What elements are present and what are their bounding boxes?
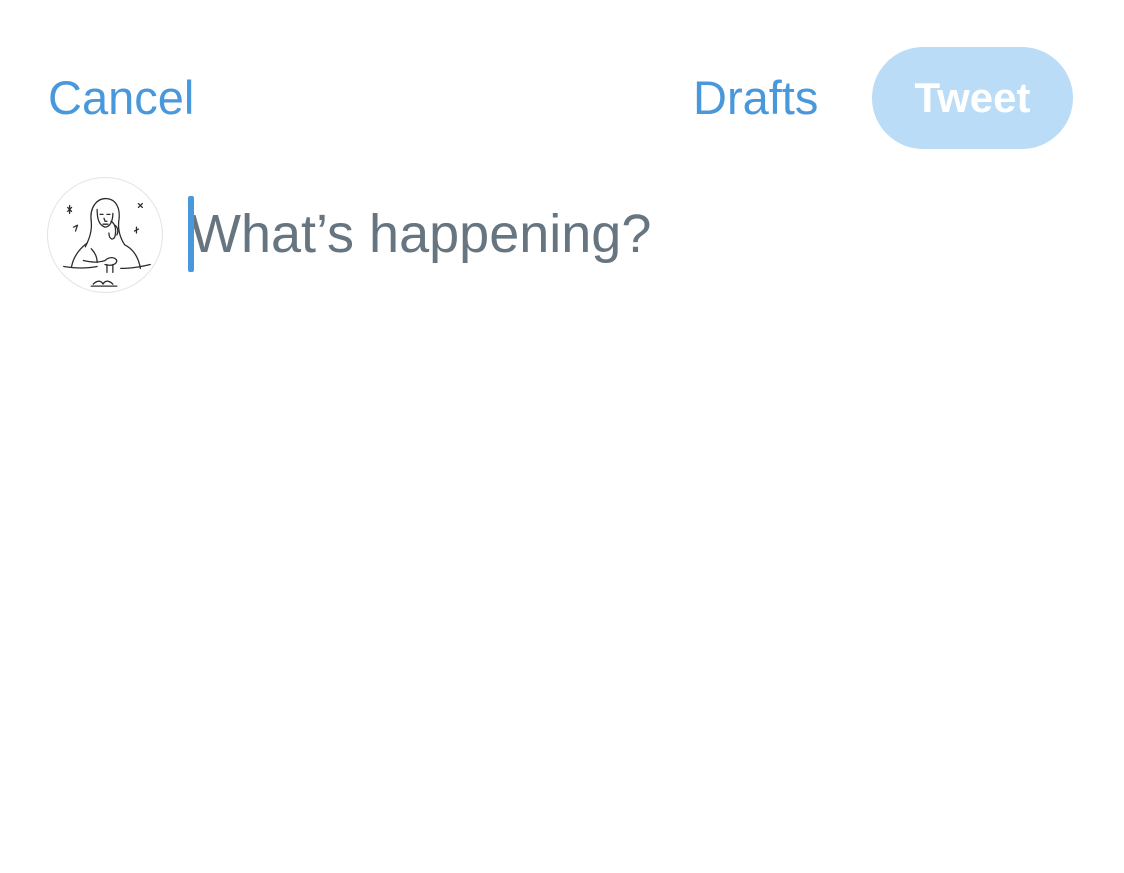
compose-header: Cancel Drafts Tweet <box>0 0 1124 160</box>
drafts-button[interactable]: Drafts <box>693 68 818 128</box>
cancel-button[interactable]: Cancel <box>48 68 194 128</box>
tweet-compose-area <box>188 196 1088 276</box>
tweet-button[interactable]: Tweet <box>872 47 1073 149</box>
text-cursor <box>188 196 194 272</box>
avatar[interactable] <box>47 177 163 293</box>
tweet-text-input[interactable] <box>190 198 1070 270</box>
user-sketch-avatar-icon <box>63 197 151 287</box>
